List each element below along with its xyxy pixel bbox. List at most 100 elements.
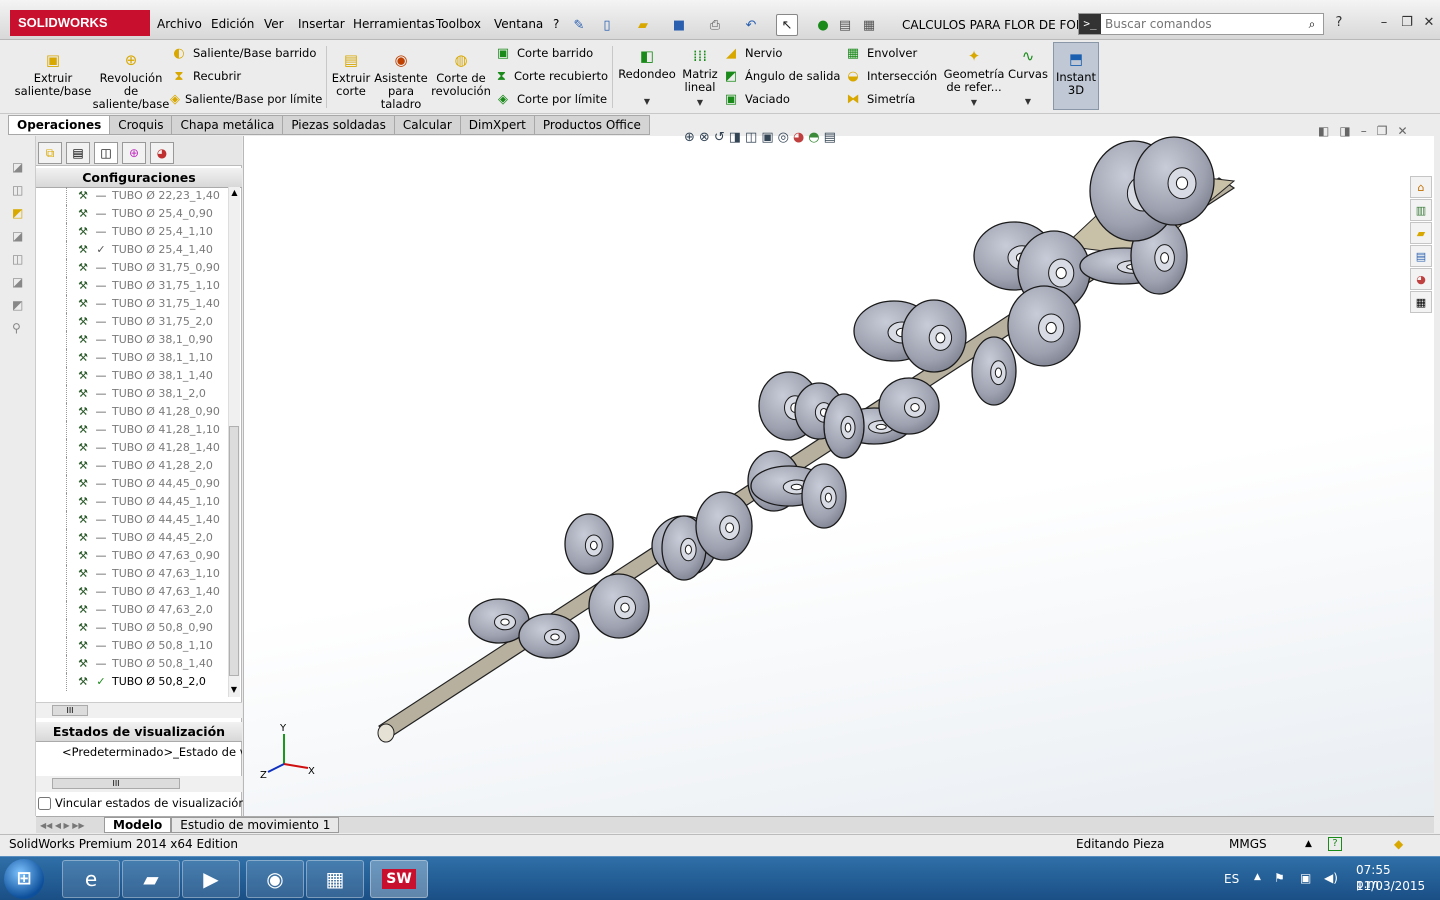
configuration-item[interactable]: ⚒ — TUBO Ø 47,63_2,0 <box>36 601 228 619</box>
configuration-item[interactable]: ⚒ — TUBO Ø 50,8_0,90 <box>36 619 228 637</box>
feature-manager-icon[interactable]: ⧉ <box>38 142 62 164</box>
chevron-down-icon[interactable]: ▼ <box>971 96 977 109</box>
display-state-item[interactable]: <Predeterminado>_Estado de v <box>36 742 242 762</box>
link-display-states-checkbox[interactable] <box>38 796 51 810</box>
configuration-item[interactable]: ⚒ ✓ TUBO Ø 25,4_1,40 <box>36 241 228 259</box>
configuration-item[interactable]: ⚒ — TUBO Ø 22,23_1,40 <box>36 187 228 205</box>
configuration-item[interactable]: ⚒ — TUBO Ø 41,28_2,0 <box>36 457 228 475</box>
configuration-item[interactable]: ⚒ — TUBO Ø 44,45_0,90 <box>36 475 228 493</box>
rebuild-status-icon[interactable]: ◆ <box>1394 835 1403 854</box>
pin-icon[interactable]: ✎ <box>568 14 590 36</box>
file-explorer-icon[interactable]: ▰ <box>1410 222 1432 244</box>
tab-calcular[interactable]: Calcular <box>394 115 461 135</box>
units-selector[interactable]: MMGS <box>1229 835 1267 854</box>
curves-button[interactable]: ∿ Curvas ▼ <box>1008 46 1048 108</box>
horizontal-scroll-thumb[interactable]: III <box>52 705 88 716</box>
command-search[interactable]: >_ ⌕ <box>1078 13 1324 35</box>
configuration-item[interactable]: ⚒ — TUBO Ø 44,45_2,0 <box>36 529 228 547</box>
custom-properties-icon[interactable]: ▦ <box>1410 291 1432 313</box>
menu-help[interactable]: ? <box>553 14 559 34</box>
help-icon[interactable]: ? <box>1328 837 1342 851</box>
shell-button[interactable]: ▣ Vaciado <box>722 90 842 108</box>
help-icon[interactable]: ? <box>1328 14 1350 32</box>
new-document-icon[interactable]: ▯ <box>596 14 618 36</box>
tab-modelo[interactable]: Modelo <box>104 817 172 833</box>
swept-boss-button[interactable]: ◐ Saliente/Base barrido <box>170 44 322 62</box>
action-center-icon[interactable]: ⚑ <box>1274 871 1285 885</box>
configuration-item[interactable]: ⚒ — TUBO Ø 25,4_0,90 <box>36 205 228 223</box>
configuration-item[interactable]: ⚒ — TUBO Ø 41,28_0,90 <box>36 403 228 421</box>
file-properties-icon[interactable]: ▤ <box>834 14 856 36</box>
scroll-up-icon[interactable]: ▲ <box>229 187 240 199</box>
network-icon[interactable]: ▣ <box>1300 871 1311 885</box>
media-player-icon[interactable]: ▶ <box>182 860 240 898</box>
mirror-button[interactable]: ⧓ Simetría <box>844 90 944 108</box>
configuration-manager-icon[interactable]: ◫ <box>94 142 118 164</box>
start-button[interactable]: ⊞ <box>4 859 44 899</box>
configuration-item[interactable]: ⚒ — TUBO Ø 38,1_0,90 <box>36 331 228 349</box>
configuration-item[interactable]: ⚒ — TUBO Ø 50,8_1,40 <box>36 655 228 673</box>
calculator-icon[interactable]: ▦ <box>306 860 364 898</box>
sketch-tool-icon[interactable]: ⚲ <box>12 317 23 340</box>
configuration-item[interactable]: ⚒ — TUBO Ø 31,75_1,40 <box>36 295 228 313</box>
chrome-icon[interactable]: ◉ <box>246 860 304 898</box>
search-input[interactable] <box>1101 17 1301 31</box>
clock-date[interactable]: 11/03/2015 <box>1356 879 1425 893</box>
sketch-tool-icon[interactable]: ◩ <box>12 202 23 225</box>
chevron-down-icon[interactable]: ▼ <box>644 95 650 108</box>
tab-motion-study[interactable]: Estudio de movimiento 1 <box>171 817 340 833</box>
reference-geometry-button[interactable]: ✦ Geometría de refer... ▼ <box>944 46 1005 109</box>
configuration-item[interactable]: ⚒ — TUBO Ø 38,1_1,40 <box>36 367 228 385</box>
configuration-item[interactable]: ⚒ — TUBO Ø 47,63_0,90 <box>36 547 228 565</box>
menu-archivo[interactable]: Archivo <box>157 14 202 34</box>
display-states-scrollbar[interactable]: III <box>36 776 242 792</box>
view-palette-icon[interactable]: ▤ <box>1410 245 1432 267</box>
draft-button[interactable]: ◩ Ángulo de salida <box>722 67 842 85</box>
lofted-cut-button[interactable]: ⧗ Corte recubierto <box>494 67 608 85</box>
sketch-tool-icon[interactable]: ◩ <box>12 294 23 317</box>
configuration-item[interactable]: ⚒ — TUBO Ø 44,45_1,10 <box>36 493 228 511</box>
intersect-button[interactable]: ◒ Intersección <box>844 67 944 85</box>
configuration-item[interactable]: ⚒ — TUBO Ø 47,63_1,10 <box>36 565 228 583</box>
configuration-item[interactable]: ⚒ — TUBO Ø 44,45_1,40 <box>36 511 228 529</box>
file-explorer-icon[interactable]: ▰ <box>122 860 180 898</box>
property-manager-icon[interactable]: ▤ <box>66 142 90 164</box>
configuration-item[interactable]: ⚒ — TUBO Ø 38,1_1,10 <box>36 349 228 367</box>
menu-ver[interactable]: Ver <box>264 14 284 34</box>
close-button[interactable]: ✕ <box>1418 14 1440 32</box>
chevron-down-icon[interactable]: ▼ <box>697 96 703 109</box>
instant3d-button[interactable]: ⬒ Instant 3D <box>1053 42 1099 110</box>
internet-explorer-icon[interactable]: e <box>62 860 120 898</box>
sketch-tool-icon[interactable]: ◪ <box>12 271 23 294</box>
fillet-button[interactable]: ◧ Redondeo ▼ <box>616 46 678 108</box>
tab-productos-office[interactable]: Productos Office <box>534 115 650 135</box>
options-icon[interactable]: ▦ <box>858 14 880 36</box>
configuration-item[interactable]: ⚒ ✓ TUBO Ø 50,8_2,0 <box>36 673 228 691</box>
search-icon[interactable]: ⌕ <box>1301 17 1323 32</box>
sketch-tool-icon[interactable]: ◫ <box>12 248 23 271</box>
scroll-down-icon[interactable]: ▼ <box>229 685 239 694</box>
horizontal-scrollbar[interactable]: III <box>36 702 242 718</box>
configuration-item[interactable]: ⚒ — TUBO Ø 31,75_2,0 <box>36 313 228 331</box>
dimxpert-manager-icon[interactable]: ⊕ <box>122 142 146 164</box>
linear-pattern-button[interactable]: ⁞⁞⁞ Matriz lineal ▼ <box>680 46 720 109</box>
link-display-states-option[interactable]: Vincular estados de visualización a c <box>38 796 266 810</box>
configuration-item[interactable]: ⚒ — TUBO Ø 47,63_1,40 <box>36 583 228 601</box>
menu-toolbox[interactable]: Toolbox <box>436 14 481 34</box>
open-folder-icon[interactable]: ▰ <box>632 14 654 36</box>
undo-icon[interactable]: ↶ <box>740 14 762 36</box>
revolve-boss-button[interactable]: ⊕ Revolución de saliente/base <box>93 50 170 111</box>
tab-operaciones[interactable]: Operaciones <box>8 115 111 135</box>
extrude-cut-button[interactable]: ▤ Extruir corte <box>330 50 372 98</box>
display-manager-icon[interactable]: ◕ <box>150 142 174 164</box>
configuration-item[interactable]: ⚒ — TUBO Ø 38,1_2,0 <box>36 385 228 403</box>
boundary-cut-button[interactable]: ◈ Corte por límite <box>494 90 608 108</box>
rebuild-icon[interactable]: ● <box>812 14 834 36</box>
menu-edicion[interactable]: Edición <box>211 14 254 34</box>
configuration-item[interactable]: ⚒ — TUBO Ø 25,4_1,10 <box>36 223 228 241</box>
hole-wizard-button[interactable]: ◉ Asistente para taladro <box>374 50 428 111</box>
sketch-tool-icon[interactable]: ◫ <box>12 179 23 202</box>
menu-herramientas[interactable]: Herramientas <box>353 14 435 34</box>
configuration-item[interactable]: ⚒ — TUBO Ø 31,75_1,10 <box>36 277 228 295</box>
tab-scroll-arrows[interactable]: ◀◀ ◀ ▶ ▶▶ <box>36 821 104 830</box>
